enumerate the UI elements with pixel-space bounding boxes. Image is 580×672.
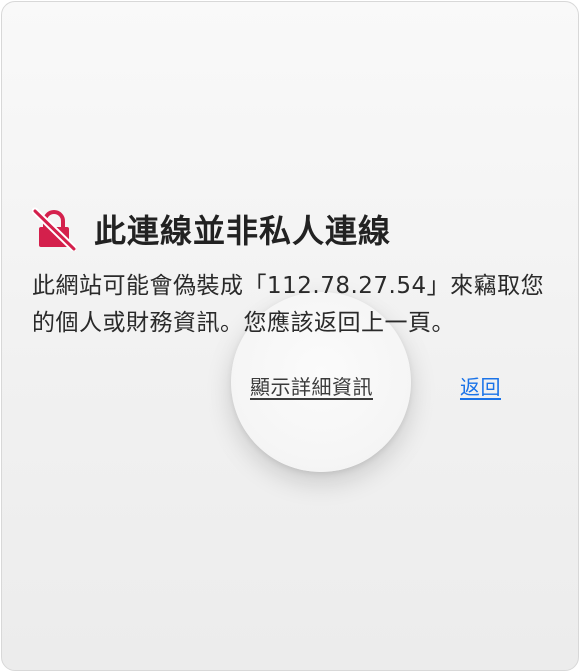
show-details-link[interactable]: 顯示詳細資訊 [250, 371, 373, 400]
warning-header: 此連線並非私人連線 [32, 206, 391, 252]
back-link[interactable]: 返回 [460, 371, 501, 400]
warning-message: 此網站可能會偽裝成「112.78.27.54」來竊取您的個人或財務資訊。您應該返… [32, 273, 545, 336]
warning-page: 此連線並非私人連線 此網站可能會偽裝成「112.78.27.54」來竊取您的個人… [1, 1, 579, 671]
not-secure-lock-icon [32, 207, 76, 251]
page-title: 此連線並非私人連線 [94, 212, 392, 250]
